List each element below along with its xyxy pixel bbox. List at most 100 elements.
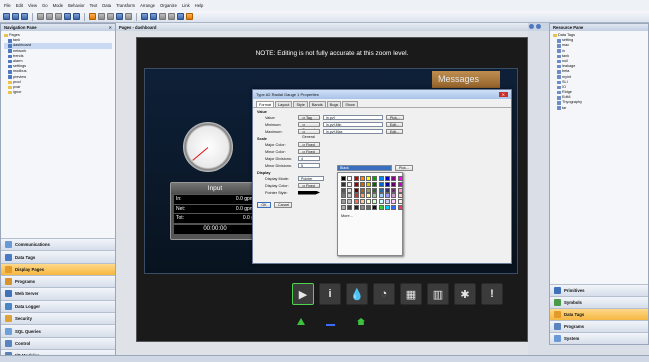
resource-button[interactable]: Data Tags <box>550 308 648 320</box>
pick-button[interactable]: Edit... <box>386 128 404 135</box>
save-icon[interactable] <box>21 13 28 20</box>
color-swatch[interactable] <box>341 181 346 187</box>
color-swatch[interactable] <box>366 181 372 187</box>
text-icon[interactable] <box>116 13 123 20</box>
ok-button[interactable]: OK <box>257 202 271 208</box>
pick-button[interactable]: Edit... <box>386 121 404 128</box>
mode-button[interactable]: ⇒ Fixed <box>298 182 320 189</box>
color-swatch[interactable] <box>378 187 384 193</box>
resource-button[interactable]: Primitives <box>550 284 648 296</box>
nav-tile[interactable]: ◔ <box>373 283 395 305</box>
color-swatch[interactable] <box>353 204 359 210</box>
color-swatch[interactable] <box>353 176 359 181</box>
mode-button[interactable]: ⇒ General <box>298 121 320 132</box>
color-swatch[interactable] <box>366 176 372 181</box>
color-swatch[interactable] <box>372 176 378 181</box>
nav-tile[interactable]: ▦ <box>400 283 422 305</box>
color-swatch[interactable] <box>341 193 346 199</box>
color-swatch[interactable] <box>378 199 384 205</box>
pointer-style-icon[interactable] <box>298 190 320 195</box>
left-radial-gauge[interactable] <box>183 122 233 172</box>
dialog-tab[interactable]: Bugs <box>326 101 342 107</box>
image-icon[interactable] <box>125 13 132 20</box>
color-swatch[interactable] <box>359 181 365 187</box>
nav-tile[interactable]: ✱ <box>454 283 476 305</box>
pick-button[interactable]: Pick... <box>386 114 404 121</box>
resource-button[interactable]: System <box>550 332 648 344</box>
run-icon[interactable] <box>186 13 193 20</box>
color-swatch[interactable] <box>353 193 359 199</box>
color-swatch[interactable] <box>347 181 353 187</box>
palette-more-link[interactable]: More... <box>338 213 402 219</box>
tree-item[interactable]: ignor <box>4 90 112 95</box>
color-swatch[interactable] <box>391 181 397 187</box>
color-swatch[interactable] <box>359 193 365 199</box>
select-field[interactable]: Pointer <box>298 175 324 182</box>
color-swatch[interactable] <box>353 187 359 193</box>
mode-button[interactable]: ⇒ Fixed <box>298 148 320 155</box>
ungroup-icon[interactable] <box>168 13 175 20</box>
color-pick-button[interactable]: Pick... <box>395 165 413 171</box>
align-center-icon[interactable] <box>150 13 157 20</box>
color-swatch[interactable] <box>359 204 365 210</box>
undo-icon[interactable] <box>64 13 71 20</box>
resource-button[interactable]: Programs <box>550 320 648 332</box>
menu-item[interactable]: Help <box>195 3 204 8</box>
color-swatch[interactable] <box>359 199 365 205</box>
color-swatch[interactable] <box>397 181 403 187</box>
color-swatch[interactable] <box>353 181 359 187</box>
menu-item[interactable]: View <box>28 3 37 8</box>
document-tab[interactable]: Pages - dashboard <box>116 23 528 31</box>
color-swatch[interactable] <box>372 187 378 193</box>
mode-button[interactable]: ⇒ General <box>298 128 320 139</box>
align-left-icon[interactable] <box>141 13 148 20</box>
nav-button[interactable]: Display Pages <box>1 262 115 275</box>
color-swatch[interactable] <box>347 176 353 181</box>
color-swatch[interactable] <box>391 176 397 181</box>
color-swatch[interactable] <box>372 193 378 199</box>
nav-tile[interactable]: ! <box>481 283 503 305</box>
color-swatch[interactable] <box>385 199 391 205</box>
color-swatch[interactable] <box>385 204 391 210</box>
color-swatch[interactable] <box>397 176 403 181</box>
color-swatch[interactable] <box>372 181 378 187</box>
color-swatch[interactable] <box>347 199 353 205</box>
menu-item[interactable]: Text <box>90 3 98 8</box>
nav-button[interactable]: Web Server <box>1 287 115 300</box>
color-swatch[interactable] <box>347 187 353 193</box>
color-swatch[interactable] <box>372 199 378 205</box>
group-icon[interactable] <box>159 13 166 20</box>
color-swatch[interactable] <box>391 187 397 193</box>
major-color-dropdown[interactable]: Black <box>337 165 392 171</box>
color-swatch[interactable] <box>397 204 403 210</box>
line-icon[interactable] <box>98 13 105 20</box>
color-swatch[interactable] <box>378 204 384 210</box>
color-swatch[interactable] <box>353 199 359 205</box>
close-icon[interactable]: ✕ <box>498 92 508 97</box>
menu-item[interactable]: Transform <box>116 3 135 8</box>
color-swatch[interactable] <box>341 187 346 193</box>
back-icon[interactable] <box>529 24 534 29</box>
color-swatch[interactable] <box>359 187 365 193</box>
color-swatch[interactable] <box>366 193 372 199</box>
new-icon[interactable] <box>3 13 10 20</box>
expression-field[interactable]: in.pvf <box>323 114 383 121</box>
menu-item[interactable]: Behavior <box>68 3 85 8</box>
color-swatch[interactable] <box>366 187 372 193</box>
select-icon[interactable] <box>89 13 96 20</box>
minus-icon[interactable] <box>326 324 335 326</box>
nav-button[interactable]: Control <box>1 336 115 350</box>
menu-item[interactable]: Data <box>102 3 111 8</box>
color-swatch[interactable] <box>372 204 378 210</box>
menu-item[interactable]: File <box>4 3 11 8</box>
color-swatch[interactable] <box>397 199 403 205</box>
nav-button[interactable]: SQL Queries <box>1 324 115 337</box>
tree-item[interactable]: tar <box>553 106 645 111</box>
color-swatch[interactable] <box>341 204 346 210</box>
menu-item[interactable]: Go <box>42 3 48 8</box>
resource-button[interactable]: Symbols <box>550 296 648 308</box>
color-swatch[interactable] <box>391 204 397 210</box>
number-field[interactable]: 5 <box>298 162 320 169</box>
color-swatch[interactable] <box>391 199 397 205</box>
paste-icon[interactable] <box>55 13 62 20</box>
